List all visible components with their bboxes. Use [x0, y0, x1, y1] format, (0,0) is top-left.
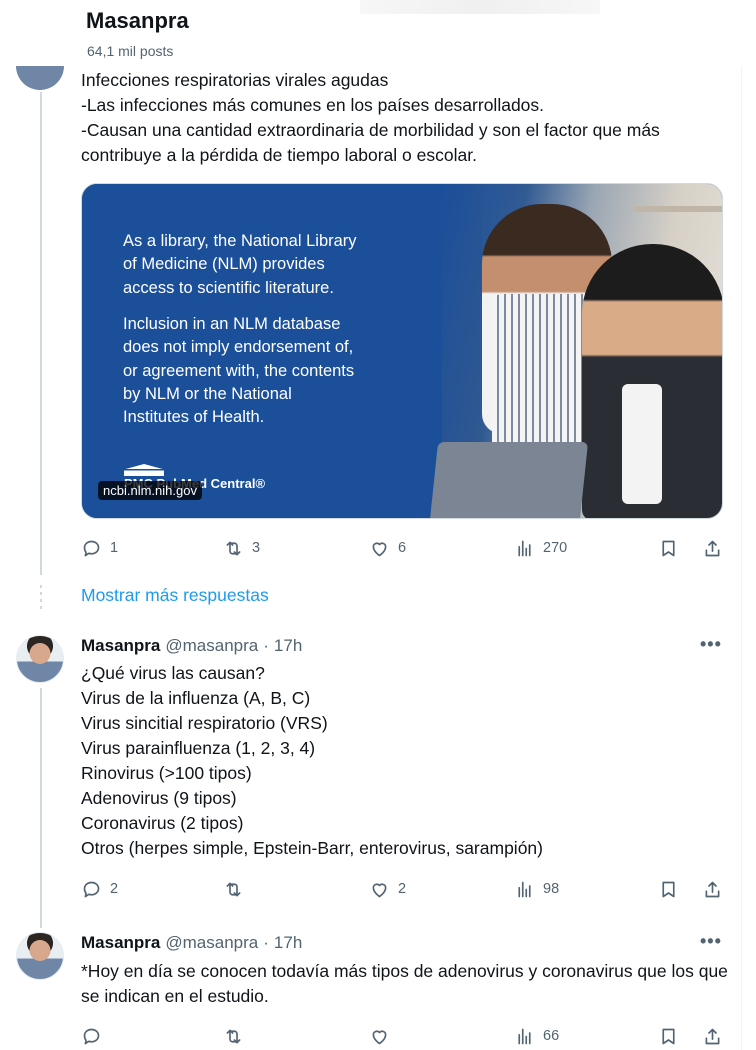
- reply-button[interactable]: 2: [81, 877, 118, 901]
- thread-line: [40, 92, 42, 575]
- tweet-timestamp[interactable]: 17h: [274, 636, 302, 656]
- card-domain-badge: ncbi.nlm.nih.gov: [98, 481, 202, 500]
- like-button[interactable]: [369, 1024, 398, 1048]
- share-button[interactable]: [702, 877, 723, 901]
- views-count: 270: [543, 540, 568, 556]
- more-icon[interactable]: •••: [700, 931, 722, 952]
- show-more-replies-link[interactable]: Mostrar más respuestas: [81, 585, 269, 606]
- card-text-2: Inclusion in an NLM database does not im…: [123, 315, 355, 427]
- header-background-fade: [360, 0, 600, 14]
- separator-dot: ·: [263, 933, 269, 952]
- column-border: [741, 0, 742, 1050]
- reply-button[interactable]: [81, 1024, 110, 1048]
- card-photo-laptop: [429, 442, 589, 518]
- tweet-actions: 2 2 98: [81, 877, 731, 901]
- reply-icon: [83, 881, 100, 897]
- author-name[interactable]: Masanpra: [81, 636, 160, 656]
- tweet-text: Infecciones respiratorias virales agudas…: [81, 70, 660, 165]
- profile-header: Masanpra 64,1 mil posts: [0, 0, 756, 66]
- reply-icon: [83, 1028, 100, 1044]
- like-count: 6: [398, 540, 407, 556]
- views-count: 66: [543, 1028, 560, 1044]
- header-post-count: 64,1 mil posts: [87, 43, 174, 59]
- repost-icon: [226, 1029, 241, 1043]
- reply-icon: [83, 540, 100, 556]
- bookmark-icon: [662, 1028, 675, 1044]
- more-icon[interactable]: •••: [700, 634, 722, 655]
- like-count: 2: [398, 881, 407, 897]
- header-title: Masanpra: [86, 8, 189, 33]
- bookmark-button[interactable]: [658, 536, 679, 560]
- link-card[interactable]: As a library, the National Library of Me…: [81, 183, 723, 519]
- thread-line: [40, 688, 42, 928]
- avatar[interactable]: [16, 635, 64, 683]
- bookmark-icon: [662, 540, 675, 556]
- like-icon: [372, 882, 387, 897]
- tweet-actions: 1 3 6 270: [81, 536, 731, 560]
- bookmark-button[interactable]: [658, 1024, 679, 1048]
- tweet-author-row: Masanpra @masanpra · 17h: [81, 636, 302, 656]
- tweet-timestamp[interactable]: 17h: [274, 933, 302, 953]
- views-button[interactable]: 98: [514, 877, 559, 901]
- share-icon: [705, 881, 720, 897]
- repost-icon: [226, 541, 241, 555]
- views-icon: [518, 881, 531, 897]
- tweet-text: ¿Qué virus las causan? Virus de la influ…: [81, 663, 543, 858]
- views-icon: [518, 1028, 531, 1044]
- reply-button[interactable]: 1: [81, 536, 118, 560]
- like-button[interactable]: 2: [369, 877, 406, 901]
- views-button[interactable]: 66: [514, 1024, 559, 1048]
- like-icon: [372, 541, 387, 556]
- card-text-1: As a library, the National Library of Me…: [123, 232, 357, 297]
- author-handle[interactable]: @masanpra: [165, 933, 258, 953]
- bookmark-icon: [662, 881, 675, 897]
- repost-button[interactable]: [223, 1024, 252, 1048]
- share-icon: [705, 1028, 720, 1044]
- author-handle[interactable]: @masanpra: [165, 636, 258, 656]
- share-button[interactable]: [702, 536, 723, 560]
- share-button[interactable]: [702, 1024, 723, 1048]
- repost-count: 3: [252, 540, 261, 556]
- like-icon: [372, 1029, 387, 1044]
- views-button[interactable]: 270: [514, 536, 567, 560]
- author-name[interactable]: Masanpra: [81, 933, 160, 953]
- share-icon: [705, 540, 720, 556]
- avatar[interactable]: [16, 932, 64, 980]
- repost-icon: [226, 882, 241, 896]
- bookmark-button[interactable]: [658, 877, 679, 901]
- thread-dots: [40, 585, 42, 611]
- tweet-text: *Hoy en día se conocen todavía más tipos…: [81, 961, 728, 1006]
- like-button[interactable]: 6: [369, 536, 406, 560]
- repost-button[interactable]: [223, 877, 252, 901]
- reply-count: 2: [110, 881, 119, 897]
- separator-dot: ·: [263, 636, 269, 655]
- reply-count: 1: [110, 540, 119, 556]
- views-icon: [518, 540, 531, 556]
- repost-button[interactable]: 3: [223, 536, 260, 560]
- views-count: 98: [543, 881, 560, 897]
- card-photo-shirt: [622, 384, 662, 504]
- tweet-actions: 66: [81, 1024, 731, 1048]
- tweet-author-row: Masanpra @masanpra · 17h: [81, 933, 302, 953]
